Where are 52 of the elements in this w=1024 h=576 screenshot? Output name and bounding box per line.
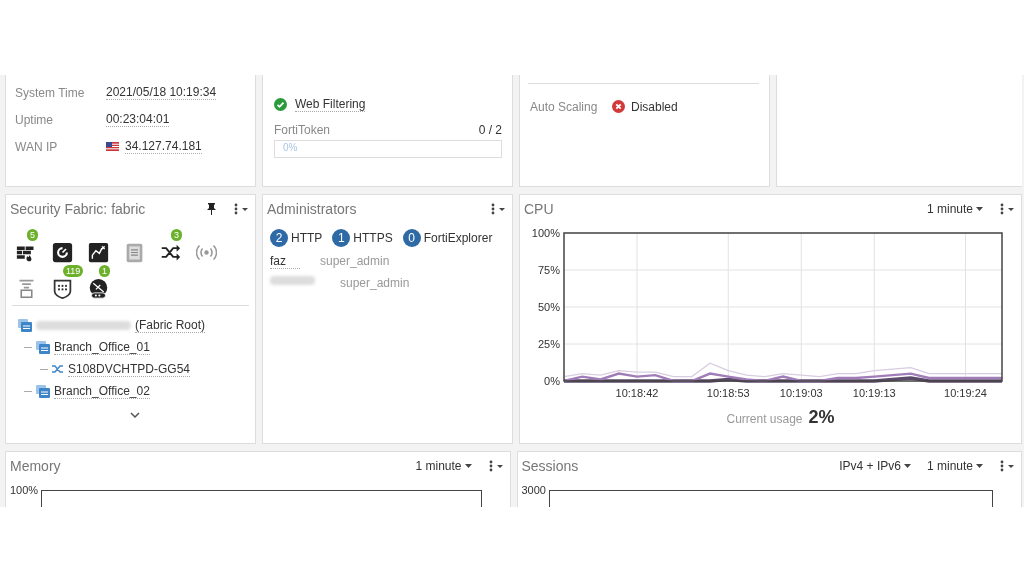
field-label: WAN IP: [15, 139, 59, 154]
axis-label: 50%: [537, 301, 560, 313]
admin-name[interactable]: faz: [270, 254, 300, 269]
tree-item[interactable]: Branch_Office_02: [54, 383, 150, 399]
axis-label: 75%: [537, 264, 560, 276]
count-badge: 3: [171, 229, 182, 241]
count-badge: 5: [27, 229, 38, 241]
tree-item[interactable]: Branch_Office_01: [54, 339, 150, 355]
range-dropdown[interactable]: IPv4 + IPv6: [839, 459, 911, 473]
license-name: Web Filtering: [295, 96, 366, 112]
panel-title: CPU: [524, 201, 554, 217]
axis-label: 10:19:03: [779, 387, 823, 399]
count-badge: 119: [63, 265, 84, 277]
panel-title: Administrators: [267, 201, 357, 217]
axis-label: 10:18:53: [706, 387, 750, 399]
range-dropdown[interactable]: 1 minute: [926, 459, 983, 473]
panel-title: Sessions: [521, 458, 579, 474]
progress-reading: 0%: [283, 142, 298, 153]
field-label: System Time: [15, 85, 86, 100]
token-label: FortiToken: [274, 123, 331, 137]
admin-profile: super_admin: [340, 276, 410, 291]
axis-label: 100%: [10, 484, 39, 496]
field-value: 00:23:04:01: [106, 112, 170, 127]
token-count: 0 / 2: [478, 123, 502, 137]
field-value: 2021/05/18 10:19:34: [106, 85, 217, 100]
tree-item[interactable]: (Fabric Root): [135, 317, 205, 333]
field-label: Auto Scaling: [530, 99, 599, 114]
range-dropdown[interactable]: 1 minute: [415, 459, 472, 473]
panel-title: Memory: [10, 458, 61, 474]
range-dropdown[interactable]: 1 minute: [926, 202, 983, 216]
count-badge: 2: [270, 229, 288, 247]
count-badge: 0: [402, 229, 421, 247]
admin-profile: super_admin: [320, 254, 390, 269]
axis-label: 3000: [521, 484, 546, 496]
axis-label: 25%: [537, 338, 560, 350]
tree-item[interactable]: S108DVCHTPD-GG54: [68, 361, 191, 377]
axis-label: 0%: [544, 375, 560, 387]
axis-label: 10:19:24: [944, 387, 987, 399]
count-badge: 1: [332, 229, 351, 247]
count-badge: 1: [99, 265, 110, 277]
session-type: HTTPS: [353, 231, 393, 245]
axis-label: 10:19:13: [852, 387, 896, 399]
axis-label: 10:18:42: [615, 387, 659, 399]
field-label: Uptime: [15, 112, 54, 127]
usage-value: 2%: [808, 407, 835, 428]
axis-label: 100%: [531, 227, 560, 239]
status-text: Disabled: [631, 99, 678, 114]
session-type: FortiExplorer: [423, 231, 493, 245]
panel-title: Security Fabric: fabric: [10, 201, 146, 217]
field-value: 34.127.74.181: [125, 139, 202, 154]
session-type: HTTP: [291, 231, 323, 245]
usage-label: Current usage: [726, 412, 803, 426]
